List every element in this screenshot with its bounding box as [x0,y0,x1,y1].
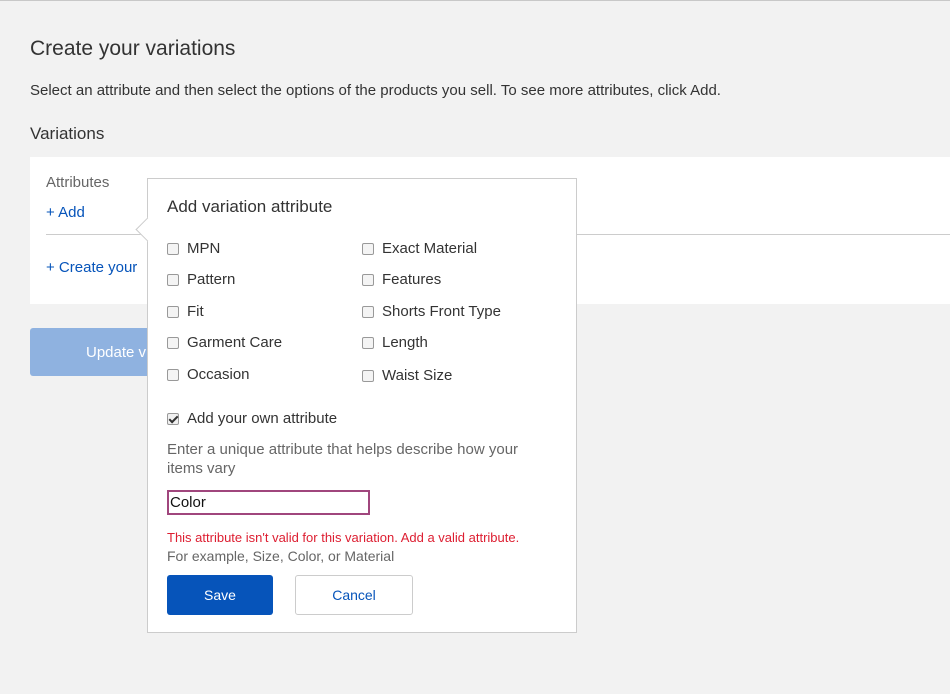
option-shorts-front-type[interactable]: Shorts Front Type [362,303,501,320]
section-title-variations: Variations [30,124,105,143]
option-label: Garment Care [187,334,283,351]
top-divider [0,0,950,1]
create-your-own-link[interactable]: + Create your [46,259,137,276]
option-waist-size[interactable]: Waist Size [362,367,452,384]
option-features[interactable]: Features [362,271,441,288]
page-title: Create your variations [30,37,236,60]
checkbox-shorts-front-type[interactable] [362,305,374,318]
checkbox-waist-size[interactable] [362,369,374,382]
error-message: This attribute isn't valid for this vari… [167,530,520,545]
page-description: Select an attribute and then select the … [30,82,721,99]
option-mpn[interactable]: MPN [167,240,220,257]
attributes-label: Attributes [46,174,110,191]
checkbox-mpn[interactable] [167,242,179,255]
checkbox-occasion[interactable] [167,368,179,381]
option-label: MPN [187,240,221,257]
option-fit[interactable]: Fit [167,303,204,320]
option-label: Exact Material [382,240,478,257]
own-attribute-hint: Enter a unique attribute that helps desc… [167,441,519,477]
checkbox-pattern[interactable] [167,273,179,286]
save-button[interactable]: Save [167,575,273,615]
option-pattern[interactable]: Pattern [167,271,235,288]
checkbox-add-own-attribute[interactable] [167,412,179,425]
option-label: Shorts Front Type [382,303,501,320]
option-label: Add your own attribute [187,410,338,427]
example-text: For example, Size, Color, or Material [167,548,395,564]
option-garment-care[interactable]: Garment Care [167,334,282,351]
option-label: Features [382,271,442,288]
checkbox-garment-care[interactable] [167,336,179,349]
option-label: Length [382,334,428,351]
checkbox-fit[interactable] [167,305,179,318]
add-variation-attribute-popover: Add variation attribute MPN Pattern Fit … [135,178,577,633]
checkbox-length[interactable] [362,336,374,349]
option-length[interactable]: Length [362,334,428,351]
option-exact-material[interactable]: Exact Material [362,240,477,257]
option-add-own-attribute[interactable]: Add your own attribute [167,410,337,427]
add-attribute-link[interactable]: + Add [46,204,85,221]
option-occasion[interactable]: Occasion [167,366,250,383]
option-label: Fit [187,303,204,320]
popover-title: Add variation attribute [167,197,333,216]
custom-attribute-input[interactable] [167,490,370,515]
option-label: Occasion [187,366,250,383]
checkbox-features[interactable] [362,273,374,286]
cancel-button[interactable]: Cancel [295,575,413,615]
checkbox-exact-material[interactable] [362,242,374,255]
option-label: Pattern [187,271,236,288]
option-label: Waist Size [382,367,453,384]
